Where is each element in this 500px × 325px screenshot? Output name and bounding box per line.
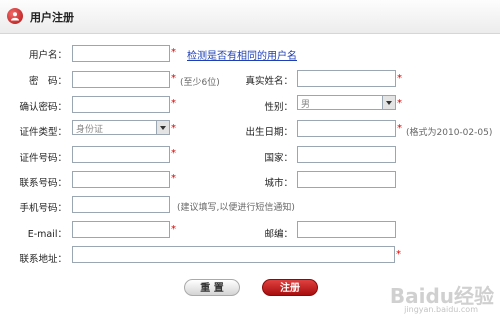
mobile-input[interactable]	[72, 196, 170, 213]
confirm-password-required-mark: *	[171, 98, 176, 109]
id-number-label: 证件号码：	[19, 153, 67, 164]
username-label: 用户名：	[28, 50, 67, 61]
username-required-mark: *	[171, 47, 176, 58]
birthdate-format-hint: (格式为2010-02-05)	[406, 128, 493, 138]
country-input[interactable]	[297, 146, 396, 163]
password-label: 密 码：	[28, 76, 67, 87]
birthdate-required-mark: *	[397, 123, 402, 134]
country-label: 国家：	[264, 153, 293, 164]
baidu-watermark-url: jingyan.baidu.com	[404, 305, 478, 314]
gender-label: 性别：	[264, 102, 293, 113]
page-title: 用户注册	[30, 11, 74, 24]
chevron-down-icon[interactable]	[156, 121, 169, 134]
mobile-label: 手机号码：	[19, 203, 67, 214]
chevron-down-icon[interactable]	[382, 96, 395, 109]
address-input[interactable]	[72, 246, 395, 263]
birthdate-label: 出生日期：	[245, 127, 293, 138]
real-name-input[interactable]	[297, 70, 396, 87]
phone-required-mark: *	[171, 173, 176, 184]
zip-input[interactable]	[297, 221, 396, 238]
reset-button[interactable]: 重 置	[184, 279, 240, 296]
city-label: 城市：	[264, 178, 293, 189]
zip-label: 邮编：	[264, 229, 293, 240]
email-required-mark: *	[171, 224, 176, 235]
id-type-value: 身份证	[76, 125, 104, 135]
password-input[interactable]	[72, 71, 170, 88]
phone-input[interactable]	[72, 171, 170, 188]
city-input[interactable]	[297, 171, 396, 188]
username-input[interactable]	[72, 45, 170, 62]
gender-select[interactable]: 男	[297, 95, 396, 110]
id-number-required-mark: *	[171, 148, 176, 159]
id-type-label: 证件类型：	[19, 127, 67, 138]
real-name-label: 真实姓名：	[245, 76, 293, 87]
password-required-mark: *	[171, 73, 176, 84]
real-name-required-mark: *	[397, 73, 402, 84]
email-label: E-mail：	[27, 229, 67, 240]
birthdate-input[interactable]	[297, 120, 396, 137]
page-header: 用户注册	[0, 0, 500, 34]
address-label: 联系地址：	[19, 254, 67, 265]
confirm-password-input[interactable]	[72, 96, 170, 113]
gender-required-mark: *	[397, 98, 402, 109]
id-type-required-mark: *	[171, 123, 176, 134]
user-lock-icon	[7, 8, 23, 24]
gender-value: 男	[301, 100, 311, 110]
phone-label: 联系号码：	[19, 178, 67, 189]
password-hint: (至少6位)	[180, 78, 220, 88]
id-type-select[interactable]: 身份证	[72, 120, 170, 135]
address-required-mark: *	[396, 249, 401, 260]
confirm-password-label: 确认密码：	[19, 102, 67, 113]
submit-button[interactable]: 注册	[262, 279, 318, 296]
mobile-hint: (建议填写,以便进行短信通知)	[177, 203, 295, 213]
check-username-link[interactable]: 检测是否有相同的用户名	[187, 47, 297, 62]
id-number-input[interactable]	[72, 146, 170, 163]
email-input[interactable]	[72, 221, 170, 238]
